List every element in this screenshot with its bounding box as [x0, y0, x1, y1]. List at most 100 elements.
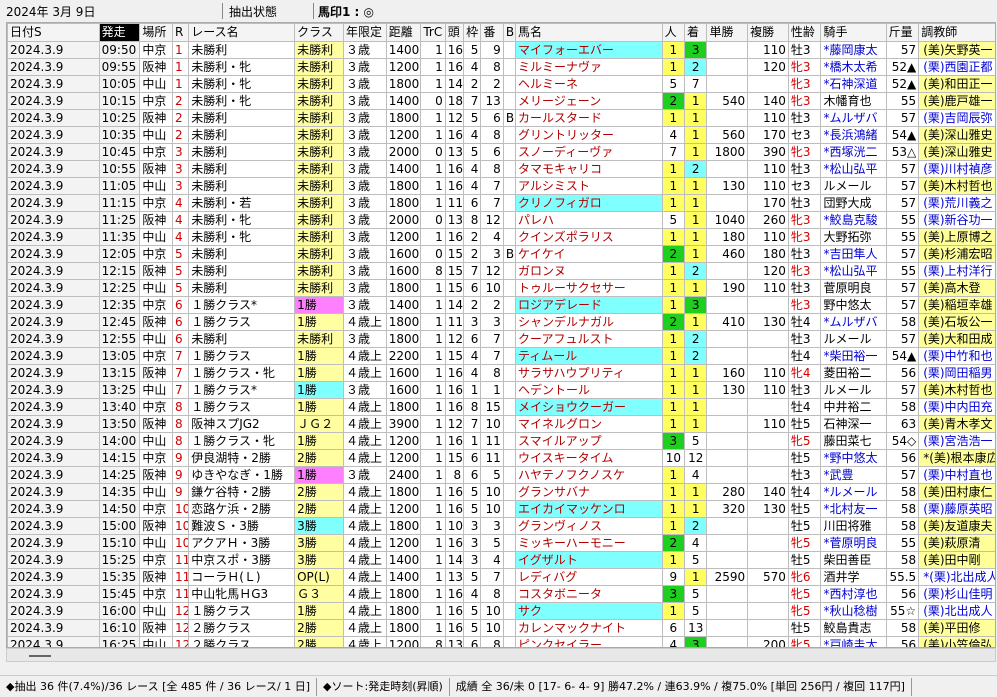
table-row[interactable]: 2024.3.9 12:55 中山 6 未勝利 未勝利 ３歳 1800 1 12 6 7 クーアフュルス… [7, 330, 995, 348]
table-row[interactable]: 2024.3.9 12:35 中京 6 １勝クラス* 1勝 ３歳 1400 1 14 2 2 ロジアデレ… [7, 296, 995, 314]
table-row[interactable]: 2024.3.9 13:25 中山 7 １勝クラス* 1勝 ３歳 1600 1 16 1 1 ヘデントー… [7, 381, 995, 399]
table-row[interactable]: 2024.3.9 11:35 中山 4 未勝利・牝 未勝利 ３歳 1200 1 16 2 4 クインズポ… [7, 228, 995, 246]
cell-発走: 12:35 [98, 296, 141, 314]
cell-単勝: 160 [706, 364, 749, 382]
cell-性齢: 牝3 [787, 75, 822, 93]
column-header[interactable]: 単勝 [706, 23, 749, 42]
column-header[interactable]: 距離 [385, 23, 422, 42]
table-row[interactable]: 2024.3.9 14:15 中京 9 伊良湖特・2勝 2勝 ４歳上 1200 1 15 6 11 ウイ… [7, 449, 995, 467]
cell-枠: 5 [463, 602, 482, 620]
cell-番: 3 [480, 313, 504, 331]
table-row[interactable]: 2024.3.9 09:55 阪神 1 未勝利・牝 未勝利 ３歳 1200 1 16 4 8 ミルミーナ… [7, 58, 995, 76]
table-row[interactable]: 2024.3.9 14:35 中山 9 鎌ケ谷特・2勝 2勝 ４歳上 1800 1 16 5 10 グラ… [7, 483, 995, 501]
cell-頭: 14 [444, 551, 465, 569]
cell-場所: 中山 [139, 177, 173, 195]
cell-レース名: １勝クラス* [188, 296, 296, 314]
column-header[interactable]: 人 [661, 23, 686, 42]
table-row[interactable]: 2024.3.9 12:15 阪神 5 未勝利 未勝利 ３歳 1600 8 15 7 12 ガロンヌ 1 2… [7, 262, 995, 280]
table-row[interactable]: 2024.3.9 14:00 中山 8 １勝クラス・牝 1勝 ４歳上 1200 1 16 1 11 スマ… [7, 432, 995, 450]
table-row[interactable]: 2024.3.9 12:05 中京 5 未勝利 未勝利 ３歳 1600 0 15 2 3 B ケイケイ 2 1… [7, 245, 995, 263]
table-row[interactable]: 2024.3.9 10:55 阪神 3 未勝利 未勝利 ３歳 1400 1 16 4 8 タマモキャリコ… [7, 160, 995, 178]
cell-単勝: 540 [706, 92, 749, 110]
cell-斤量: 58 [885, 398, 920, 416]
table-row[interactable]: 2024.3.9 13:50 阪神 8 阪神スプJG2 ＪＧ２ ４歳上 3900 1 12 7 10 マ… [7, 415, 995, 433]
column-header[interactable]: 複勝 [747, 23, 789, 42]
table-row[interactable]: 2024.3.9 11:05 中山 3 未勝利 未勝利 ３歳 1800 1 16 4 7 アルシミスト 1… [7, 177, 995, 195]
table-row[interactable]: 2024.3.9 11:25 阪神 4 未勝利・牝 未勝利 ３歳 2000 0 13 8 12 パレハ 5… [7, 211, 995, 229]
column-header[interactable]: 騎手 [820, 23, 887, 42]
cell-R: 3 [171, 177, 190, 195]
cell-R: 2 [171, 109, 190, 127]
cell-騎手: *西村淳也 [820, 585, 887, 603]
column-header[interactable]: 番 [480, 23, 504, 42]
cell-年限定: ３歳 [342, 177, 387, 195]
table-row[interactable]: 2024.3.9 16:00 中山 12 １勝クラス 1勝 ４歳上 1800 1 16 5 10 サク 1… [7, 602, 995, 620]
cell-複勝: 110 [747, 364, 789, 382]
cell-人: 1 [661, 551, 686, 569]
table-row[interactable]: 2024.3.9 10:15 中京 2 未勝利・牝 未勝利 ３歳 1400 0 18 7 13 メリージ… [7, 92, 995, 110]
cell-性齢: 牡4 [787, 313, 822, 331]
cell-距離: 2000 [385, 211, 422, 229]
cell-騎手: 鮫島貴志 [820, 619, 887, 637]
table-row[interactable]: 2024.3.9 12:45 阪神 6 １勝クラス 1勝 ４歳上 1800 1 11 3 3 シャンデル… [7, 313, 995, 331]
cell-調教師: (栗)上村洋行 [918, 262, 995, 280]
table-row[interactable]: 2024.3.9 15:35 阪神 11 コーラＨ(Ｌ) OP(L) ４歳上 1400 1 13 5… [7, 568, 995, 586]
table-row[interactable]: 2024.3.9 11:15 中京 4 未勝利・若 未勝利 ３歳 1800 1 11 6 7 クリノフィ… [7, 194, 995, 212]
table-row[interactable]: 2024.3.9 13:40 中京 8 １勝クラス 1勝 ４歳上 1800 1 16 8 15 メイショ… [7, 398, 995, 416]
table-row[interactable]: 2024.3.9 15:10 中山 10 アクアＨ・3勝 3勝 ４歳上 1200 1 16 3 5 ミッ… [7, 534, 995, 552]
table-row[interactable]: 2024.3.9 10:25 阪神 2 未勝利 未勝利 ３歳 1800 1 12 5 6 B カールスター… [7, 109, 995, 127]
column-header[interactable]: 年限定 [342, 23, 387, 42]
table-row[interactable]: 2024.3.9 16:10 阪神 12 ２勝クラス 2勝 ４歳上 1800 1 16 5 10 カレン… [7, 619, 995, 637]
cell-場所: 中京 [139, 585, 173, 603]
cell-単勝 [706, 58, 749, 76]
table-row[interactable]: 2024.3.9 12:25 中山 5 未勝利 未勝利 ３歳 1800 1 15 6 10 トゥルーサク… [7, 279, 995, 297]
column-header[interactable]: レース名 [188, 23, 296, 42]
extract-state-label[interactable]: 抽出状態 [227, 3, 309, 20]
cell-複勝: 260 [747, 211, 789, 229]
table-row[interactable]: 2024.3.9 13:05 中京 7 １勝クラス 1勝 ４歳上 2200 1 15 4 7 ティムール… [7, 347, 995, 365]
mark-label[interactable]: 馬印1 : ◎ [318, 3, 374, 20]
column-header[interactable]: 枠 [463, 23, 482, 42]
column-header[interactable]: 着 [684, 23, 708, 42]
results-grid[interactable]: 日付S 発走 場所 R レース名 クラス 年限定 距離 TrC 頭枠番 B 馬名人着単勝 複勝 性齢 騎手斤… [6, 22, 996, 648]
column-header[interactable]: クラス [294, 23, 344, 42]
column-header[interactable]: B [502, 23, 517, 42]
table-row[interactable]: 2024.3.9 15:45 中京 11 中山牝馬ＨG3 Ｇ３ ４歳上 1800 1 16 4 8 コス… [7, 585, 995, 603]
cell-単勝 [706, 466, 749, 484]
cell-R: 6 [171, 313, 190, 331]
cell-性齢: 牡5 [787, 619, 822, 637]
table-row[interactable]: 2024.3.9 15:25 中京 11 中京スポ・3勝 3勝 ４歳上 1400 1 14 3 4 イグ… [7, 551, 995, 569]
cell-人: 1 [661, 279, 686, 297]
table-row[interactable]: 2024.3.9 10:35 中山 2 未勝利 未勝利 ３歳 1200 1 16 4 8 グリントリッタ… [7, 126, 995, 144]
cell-単勝 [706, 517, 749, 535]
column-header[interactable]: 性齢 [787, 23, 822, 42]
cell-斤量: 52▲ [885, 58, 920, 76]
horizontal-scrollbar[interactable] [6, 648, 996, 662]
column-header[interactable]: 日付S [7, 23, 100, 42]
cell-枠: 8 [463, 211, 482, 229]
column-header[interactable]: R [171, 23, 190, 42]
scroll-thumb[interactable] [29, 655, 51, 657]
column-header[interactable]: TrC [420, 23, 446, 42]
table-row[interactable]: 2024.3.9 14:25 阪神 9 ゆきやなぎ・1勝 1勝 ３歳 2400 1 8 6 5 ハヤテノ… [7, 466, 995, 484]
table-row[interactable]: 2024.3.9 15:00 阪神 10 難波Ｓ・3勝 3勝 ４歳上 1800 1 10 3 3 グラン… [7, 517, 995, 535]
table-row[interactable]: 2024.3.9 14:50 中京 10 恋路ケ浜・2勝 2勝 ４歳上 1200 1 16 5 10 エ… [7, 500, 995, 518]
column-header[interactable]: 発走 [98, 23, 141, 42]
table-row[interactable]: 2024.3.9 10:45 中京 3 未勝利 未勝利 ３歳 2000 0 13 5 6 スノーディーヴ… [7, 143, 995, 161]
column-header[interactable]: 馬名 [515, 23, 663, 42]
cell-性齢: セ3 [787, 126, 822, 144]
column-header[interactable]: 調教師 [918, 23, 995, 42]
table-row[interactable]: 2024.3.9 10:05 中山 1 未勝利・牝 未勝利 ３歳 1800 1 14 2 2 ヘルミーネ… [7, 75, 995, 93]
cell-馬名: ロジアデレード [515, 296, 663, 314]
column-header[interactable]: 場所 [139, 23, 173, 42]
cell-単勝: 410 [706, 313, 749, 331]
table-row[interactable]: 2024.3.9 13:15 阪神 7 １勝クラス・牝 1勝 ４歳上 1600 1 16 4 8 サラサ… [7, 364, 995, 382]
table-row[interactable]: 2024.3.9 09:50 中京 1 未勝利 未勝利 ３歳 1400 1 16 5 9 マイフォーエバ… [7, 41, 995, 59]
cell-TrC: 1 [420, 568, 446, 586]
column-header[interactable]: 頭 [444, 23, 465, 42]
column-header[interactable]: 斤量 [885, 23, 920, 42]
cell-発走: 15:00 [98, 517, 141, 535]
cell-R: 8 [171, 415, 190, 433]
table-row[interactable]: 2024.3.9 16:25 中山 12 ２勝クラス 2勝 ４歳上 1200 8 13 6 8 ピンクセ… [7, 636, 995, 647]
cell-番: 3 [480, 517, 504, 535]
